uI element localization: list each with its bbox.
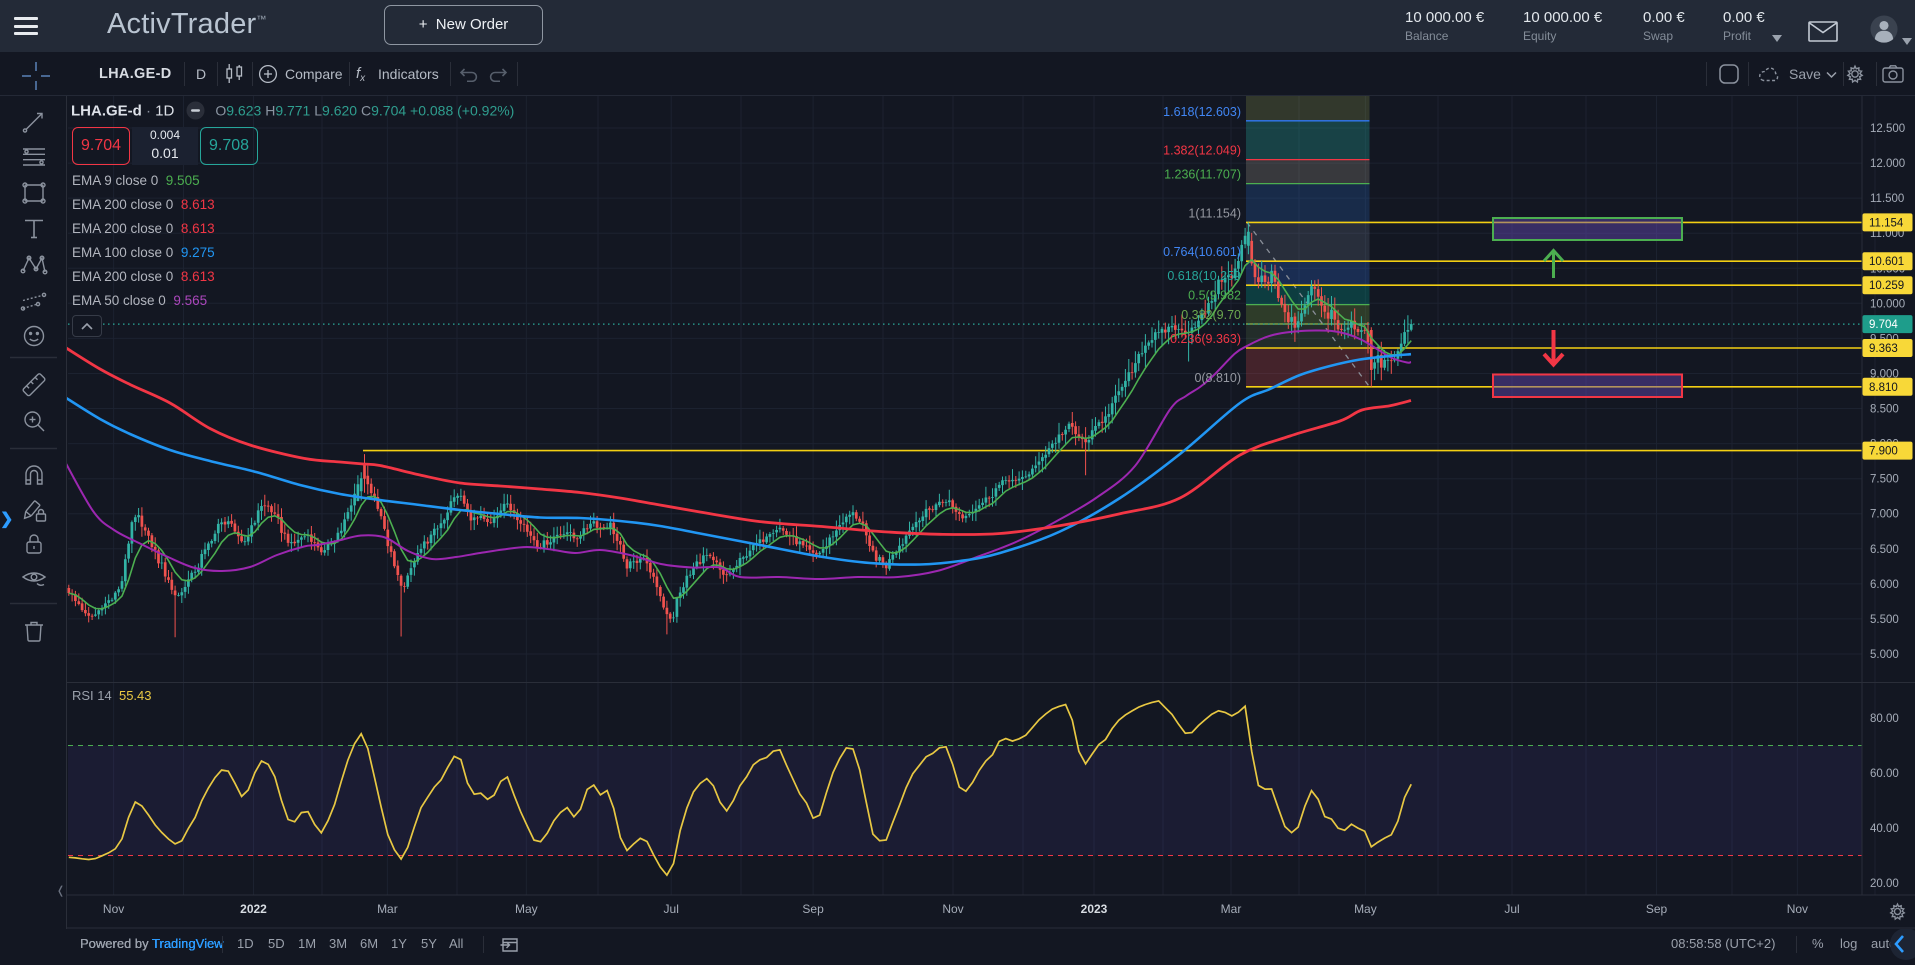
svg-text:1.236(11.707): 1.236(11.707)	[1164, 168, 1241, 182]
svg-text:80.00: 80.00	[1870, 713, 1899, 725]
svg-text:40.00: 40.00	[1870, 823, 1899, 835]
svg-text:Sep: Sep	[802, 902, 824, 916]
svg-text:0(8.810): 0(8.810)	[1194, 371, 1241, 385]
svg-text:0.5(9.982: 0.5(9.982	[1188, 289, 1241, 303]
svg-text:0.236(9.363): 0.236(9.363)	[1170, 332, 1241, 346]
svg-text:Mar: Mar	[377, 902, 398, 916]
svg-text:5.500: 5.500	[1870, 614, 1899, 626]
svg-text:1.382(12.049): 1.382(12.049)	[1163, 144, 1241, 158]
svg-text:0.764(10.601): 0.764(10.601)	[1163, 245, 1241, 259]
svg-text:10.601: 10.601	[1869, 256, 1904, 268]
svg-text:10.259: 10.259	[1869, 280, 1904, 292]
svg-text:9.704: 9.704	[1869, 319, 1898, 331]
svg-text:10.000: 10.000	[1870, 298, 1905, 310]
svg-text:7.900: 7.900	[1869, 446, 1898, 458]
svg-text:Jul: Jul	[1504, 902, 1519, 916]
svg-text:11.500: 11.500	[1870, 193, 1904, 205]
svg-text:7.000: 7.000	[1870, 509, 1899, 521]
svg-text:Nov: Nov	[103, 902, 124, 916]
svg-text:1.618(12.603): 1.618(12.603)	[1163, 105, 1241, 119]
svg-text:12.000: 12.000	[1870, 158, 1905, 170]
svg-text:8.500: 8.500	[1870, 404, 1899, 416]
svg-text:11.154: 11.154	[1869, 217, 1904, 229]
svg-text:5.000: 5.000	[1870, 649, 1899, 661]
svg-text:6.000: 6.000	[1870, 579, 1899, 591]
svg-text:8.810: 8.810	[1869, 382, 1898, 394]
svg-text:May: May	[515, 902, 538, 916]
svg-text:6.500: 6.500	[1870, 544, 1899, 556]
svg-text:12.500: 12.500	[1870, 123, 1905, 135]
svg-text:2022: 2022	[240, 902, 267, 916]
svg-text:Nov: Nov	[1787, 902, 1808, 916]
svg-text:Sep: Sep	[1646, 902, 1668, 916]
svg-text:Jul: Jul	[664, 902, 679, 916]
svg-text:20.00: 20.00	[1870, 878, 1899, 890]
svg-text:0.618(10.259: 0.618(10.259	[1167, 269, 1241, 283]
svg-text:1(11.154): 1(11.154)	[1188, 206, 1241, 220]
svg-text:7.500: 7.500	[1870, 474, 1899, 486]
svg-text:9.363: 9.363	[1869, 343, 1898, 355]
svg-text:2023: 2023	[1081, 902, 1108, 916]
svg-text:May: May	[1354, 902, 1377, 916]
svg-text:Nov: Nov	[942, 902, 963, 916]
svg-text:0.382(9.70: 0.382(9.70	[1181, 308, 1241, 322]
svg-text:60.00: 60.00	[1870, 768, 1899, 780]
svg-text:Mar: Mar	[1221, 902, 1242, 916]
